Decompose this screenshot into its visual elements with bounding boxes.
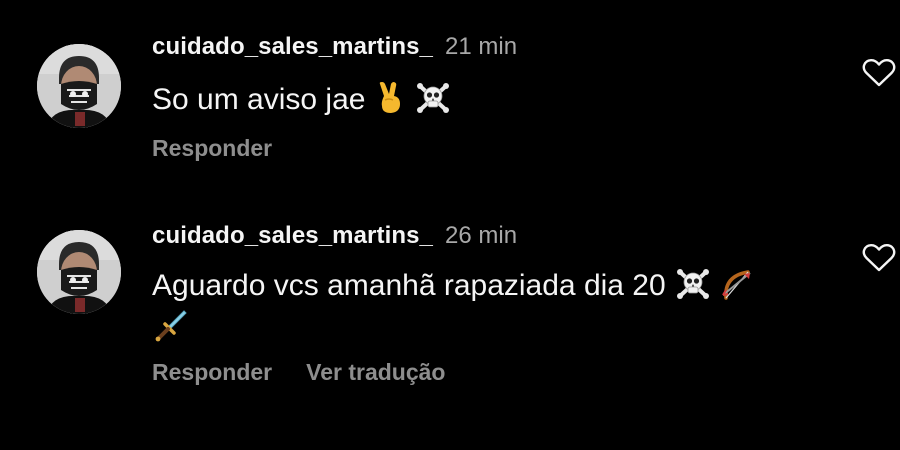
comment-text: So um aviso jae [152, 79, 450, 121]
timestamp: 21 min [445, 33, 518, 60]
comment-text: Aguardo vcs amanhã rapaziada dia 20 [152, 265, 842, 349]
reply-button[interactable]: Responder [152, 135, 272, 161]
victory-hand-icon [376, 82, 406, 114]
like-button[interactable] [862, 243, 896, 273]
heart-outline-icon [862, 58, 896, 87]
comment-header: cuidado_sales_martins_ 21 min [152, 35, 517, 59]
comment-item: cuidado_sales_martins_ 21 min So um aviso… [0, 0, 900, 200]
like-button[interactable] [862, 58, 896, 88]
comment-header: cuidado_sales_martins_ 26 min [152, 224, 517, 248]
heart-outline-icon [862, 243, 896, 272]
skull-crossbones-icon [676, 268, 710, 300]
avatar-image [37, 230, 121, 314]
comment-body: Aguardo vcs amanhã rapaziada dia 20 [152, 269, 666, 302]
comment-item: cuidado_sales_martins_ 26 min Aguardo vcs… [0, 200, 900, 450]
username[interactable]: cuidado_sales_martins_ [152, 33, 433, 60]
skull-crossbones-icon [416, 82, 450, 114]
username[interactable]: cuidado_sales_martins_ [152, 222, 433, 249]
comment-actions: Responder [152, 137, 306, 160]
avatar[interactable] [37, 44, 121, 128]
translate-button[interactable]: Ver tradução [306, 359, 445, 385]
dagger-icon [154, 308, 188, 342]
timestamp: 26 min [445, 222, 518, 249]
avatar-image [37, 44, 121, 128]
avatar[interactable] [37, 230, 121, 314]
reply-button[interactable]: Responder [152, 359, 272, 385]
comment-body: So um aviso jae [152, 83, 366, 116]
bow-and-arrow-icon [720, 268, 754, 300]
comment-actions: Responder Ver tradução [152, 361, 479, 384]
